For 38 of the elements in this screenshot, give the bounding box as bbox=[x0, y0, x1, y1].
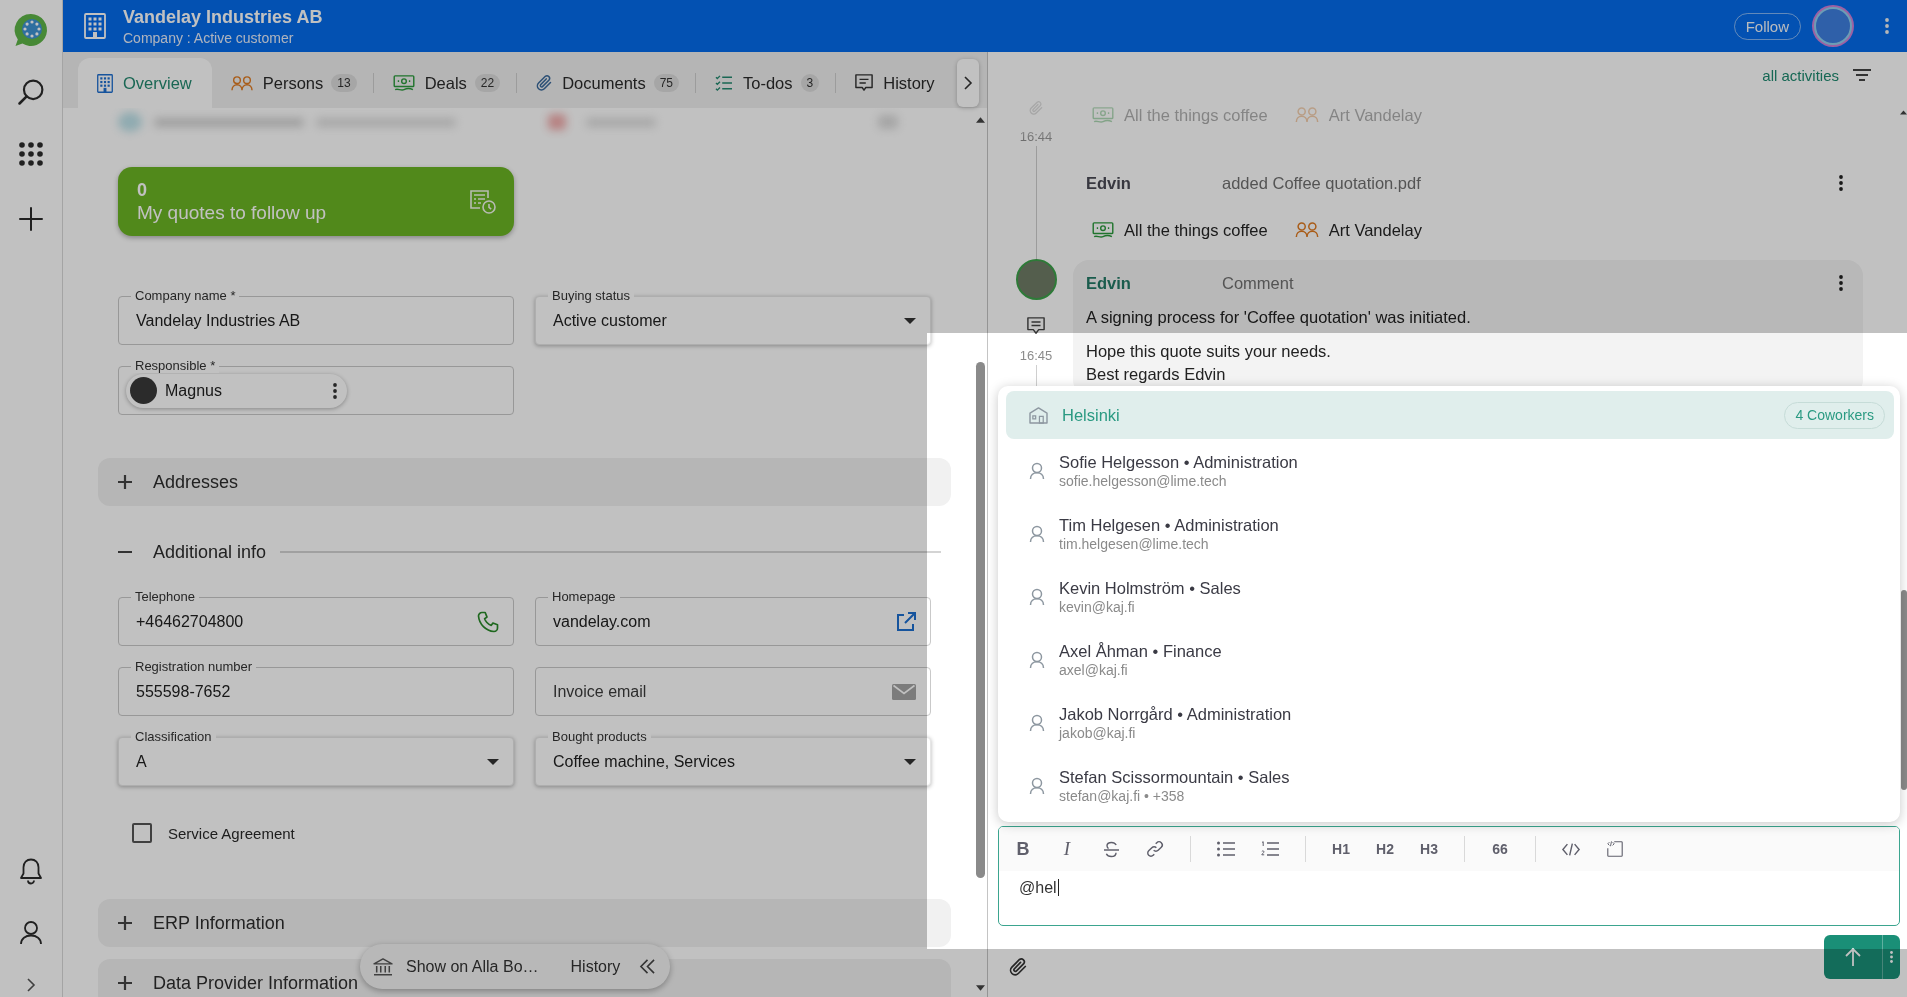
group-name: Helsinki bbox=[1062, 405, 1121, 425]
record-subtitle: Company : Active customer bbox=[123, 29, 295, 47]
tab-count: 75 bbox=[653, 74, 679, 92]
field-label: Telephone bbox=[131, 590, 199, 604]
quote-label: My quotes to follow up bbox=[137, 200, 327, 225]
person-email: sofie.helgesson@lime.tech bbox=[1059, 471, 1228, 490]
activity-text: added Coffee quotation.pdf bbox=[1222, 173, 1422, 193]
author-name: Edvin bbox=[1086, 173, 1132, 193]
field-label: Homepage bbox=[548, 590, 620, 604]
person-email: stefan@kaj.fi • +358 bbox=[1059, 786, 1186, 805]
field-label: Classification bbox=[131, 730, 216, 744]
comment-text: A signing process for 'Coffee quotation' was initiated. bbox=[1086, 307, 1472, 328]
field-label: Buying status bbox=[548, 289, 635, 303]
time-label: 16:45 bbox=[1019, 347, 1053, 365]
person-email: kevin@kaj.fi bbox=[1059, 597, 1136, 616]
tab-count: 22 bbox=[474, 74, 501, 92]
person-email: tim.helgesen@lime.tech bbox=[1059, 534, 1210, 553]
time-label: 16:44 bbox=[1019, 128, 1053, 146]
person-email: axel@kaj.fi bbox=[1059, 660, 1129, 679]
field-label: Bought products bbox=[548, 730, 651, 744]
field-label: Company name * bbox=[131, 289, 240, 303]
record-title: Vandelay Industries AB bbox=[123, 5, 323, 28]
person-name: Tim Helgesen • Administration bbox=[1059, 514, 1279, 535]
field-label: Responsible * bbox=[131, 359, 220, 373]
tab-count: 3 bbox=[800, 74, 820, 92]
activity-type: Comment bbox=[1222, 273, 1295, 293]
person-name: Sofie Helgesson • Administration bbox=[1059, 451, 1298, 472]
person-name: Axel Åhman • Finance bbox=[1059, 640, 1222, 661]
quote-count: 0 bbox=[137, 178, 148, 201]
person-name: Kevin Holmström • Sales bbox=[1059, 577, 1241, 598]
tab-count: 13 bbox=[331, 74, 357, 92]
person-email: jakob@kaj.fi bbox=[1059, 723, 1137, 742]
comment-text: Hope this quote suits your needs. Best regards Edvin bbox=[1086, 341, 1332, 385]
field-label: Registration number bbox=[131, 660, 257, 674]
checkbox-label: Service Agreement bbox=[168, 824, 295, 842]
person-name: Stefan Scissormountain • Sales bbox=[1059, 766, 1290, 787]
person-name: Jakob Norrgård • Administration bbox=[1059, 703, 1292, 724]
author-name: Edvin bbox=[1086, 273, 1132, 293]
